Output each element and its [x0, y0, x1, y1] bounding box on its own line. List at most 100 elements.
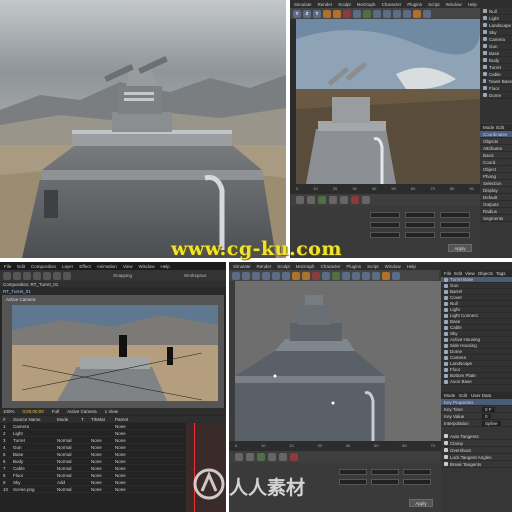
layer-cell[interactable]: Normal	[57, 438, 81, 443]
tab-mode[interactable]: Mode	[483, 125, 494, 130]
layer-cell[interactable]: None	[115, 487, 139, 492]
scene-icon[interactable]	[403, 9, 411, 18]
rotate-tool-icon[interactable]	[33, 271, 41, 280]
attr-field[interactable]: Default	[480, 194, 512, 201]
coord-field[interactable]	[370, 222, 400, 228]
snapping-label[interactable]: Snapping	[113, 273, 132, 278]
menu-edit[interactable]: Edit	[17, 264, 25, 269]
layer-cell[interactable]: None	[91, 480, 115, 485]
coord-field[interactable]	[371, 479, 399, 485]
deformer-icon[interactable]	[393, 9, 401, 18]
object-row[interactable]: Floor	[480, 85, 512, 92]
attr-field[interactable]: Radius	[480, 208, 512, 215]
object-row[interactable]: Gun	[480, 43, 512, 50]
checkbox-icon[interactable]	[444, 434, 448, 438]
object-row[interactable]: Null	[480, 8, 512, 15]
layer-cell[interactable]: None	[91, 466, 115, 471]
move-tool-icon[interactable]	[232, 271, 240, 280]
om-menu-view[interactable]: View	[465, 271, 475, 276]
light-icon[interactable]	[392, 271, 400, 280]
spline-icon[interactable]	[363, 9, 371, 18]
attr-row[interactable]: Phong	[480, 173, 512, 180]
selection-tool-icon[interactable]	[3, 271, 11, 280]
render-view-icon[interactable]	[323, 9, 331, 18]
resolution-dropdown[interactable]: Full	[52, 409, 59, 414]
render-view-icon[interactable]	[292, 271, 300, 280]
timeline-ruler[interactable]: 0 10 20 30 40 50 60 70	[229, 441, 441, 451]
coord-field[interactable]	[339, 479, 367, 485]
go-end-icon[interactable]	[340, 196, 348, 204]
render-settings-icon[interactable]	[312, 271, 320, 280]
z-axis-button[interactable]: Z	[303, 9, 311, 18]
attr-row[interactable]: Object	[480, 166, 512, 173]
menu-help[interactable]: Help	[407, 264, 416, 269]
next-frame-icon[interactable]	[329, 196, 337, 204]
coord-field[interactable]	[403, 469, 431, 475]
menu-sculpt[interactable]: Sculpt	[338, 2, 351, 7]
layer-cell[interactable]: None	[115, 480, 139, 485]
tab-user-data[interactable]: User Data	[471, 393, 491, 398]
record-icon[interactable]	[351, 196, 359, 204]
layer-cell[interactable]: Normal	[57, 459, 81, 464]
object-row[interactable]: Tower Base	[480, 78, 512, 85]
timeline-ruler[interactable]: 0 10 20 30 40 50 60 70 80 90	[290, 184, 480, 194]
menu-help[interactable]: Help	[160, 264, 169, 269]
menu-render[interactable]: Render	[318, 2, 333, 7]
rotate-tool-icon[interactable]	[252, 271, 260, 280]
key-value-row[interactable]: Key Value 0	[441, 413, 512, 420]
menu-simulate[interactable]: Simulate	[233, 264, 251, 269]
menu-mograph[interactable]: MoGraph	[296, 264, 315, 269]
object-row[interactable]: Body	[480, 57, 512, 64]
camera-icon[interactable]	[413, 9, 421, 18]
tab-edit[interactable]: Edit	[496, 125, 504, 130]
coord-field[interactable]	[371, 469, 399, 475]
key-time-row[interactable]: Key Time 0 F	[441, 406, 512, 413]
apply-button[interactable]: Apply	[448, 244, 472, 252]
menu-character[interactable]: Character	[321, 264, 341, 269]
render-picture-icon[interactable]	[302, 271, 310, 280]
attr-row[interactable]: Selection	[480, 180, 512, 187]
deformer-icon[interactable]	[362, 271, 370, 280]
om-menu-file[interactable]: File	[444, 271, 451, 276]
om-menu-edit[interactable]: Edit	[454, 271, 462, 276]
menu-composition[interactable]: Composition	[31, 264, 56, 269]
layer-cell[interactable]: None	[115, 445, 139, 450]
camera-icon[interactable]	[382, 271, 390, 280]
record-icon[interactable]	[290, 453, 298, 461]
coord-field[interactable]	[370, 212, 400, 218]
workspace-label[interactable]: Workspace	[184, 273, 206, 278]
nurbs-icon[interactable]	[373, 9, 381, 18]
array-icon[interactable]	[383, 9, 391, 18]
coord-field[interactable]	[440, 212, 470, 218]
zoom-dropdown[interactable]: 100%	[3, 409, 15, 414]
x-axis-icon[interactable]	[262, 271, 270, 280]
attr-row[interactable]: Coord.	[480, 159, 512, 166]
menu-file[interactable]: File	[4, 264, 11, 269]
menu-script[interactable]: Script	[428, 2, 440, 7]
layer-cell[interactable]: None	[91, 487, 115, 492]
attr-field[interactable]: Segments	[480, 215, 512, 222]
y-axis-button[interactable]: Y	[293, 9, 301, 18]
layer-cell[interactable]: Add	[57, 480, 81, 485]
menu-help[interactable]: Help	[468, 2, 477, 7]
layer-cell[interactable]: None	[91, 473, 115, 478]
auto-tangents-row[interactable]: Auto Tangents	[441, 433, 512, 440]
menu-animation[interactable]: Animation	[97, 264, 117, 269]
scale-tool-icon[interactable]	[242, 271, 250, 280]
layer-cell[interactable]: None	[115, 473, 139, 478]
menu-render[interactable]: Render	[257, 264, 272, 269]
coord-field[interactable]	[440, 222, 470, 228]
layer-cell[interactable]: None	[115, 431, 139, 436]
render-settings-icon[interactable]	[343, 9, 351, 18]
tab-mode[interactable]: Mode	[444, 393, 455, 398]
coord-field[interactable]	[405, 232, 435, 238]
play-icon[interactable]	[257, 453, 265, 461]
coord-field[interactable]	[370, 232, 400, 238]
layer-cell[interactable]: None	[115, 459, 139, 464]
object-row[interactable]: Sky	[480, 29, 512, 36]
menu-layer[interactable]: Layer	[62, 264, 73, 269]
layer-tab[interactable]: RT_Turret_01	[0, 288, 226, 295]
menu-plugins[interactable]: Plugins	[407, 2, 422, 7]
viewport[interactable]	[235, 281, 441, 441]
tangent-option[interactable]: Clamp	[441, 440, 512, 447]
